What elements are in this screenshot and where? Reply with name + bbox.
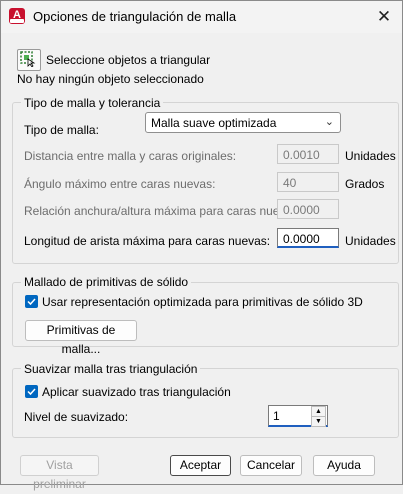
distance-unit: Unidades: [345, 149, 396, 163]
ratio-field[interactable]: 0.0000: [277, 199, 339, 219]
accept-button[interactable]: Aceptar: [170, 455, 231, 476]
spin-down-icon[interactable]: ▼: [311, 416, 326, 427]
distance-label: Distancia entre malla y caras originales…: [24, 149, 237, 163]
mesh-type-dropdown[interactable]: Malla suave optimizada ⌄: [145, 112, 341, 133]
smooth-group-legend: Suavizar malla tras triangulación: [21, 362, 201, 376]
select-objects-icon: [20, 51, 36, 67]
close-icon: ✕: [376, 7, 392, 26]
close-button[interactable]: ✕: [372, 6, 396, 28]
edge-length-field[interactable]: 0.0000: [277, 228, 339, 248]
select-objects-label[interactable]: Seleccione objetos a triangular: [46, 53, 210, 67]
chevron-down-icon: ⌄: [324, 116, 334, 128]
mesh-primitives-button[interactable]: Primitivas de malla...: [25, 320, 137, 356]
preview-button[interactable]: Vista preliminar: [20, 455, 99, 491]
apply-smooth-label[interactable]: Aplicar suavizado tras triangulación: [42, 385, 231, 399]
smooth-group: [12, 368, 399, 438]
selection-status: No hay ningún objeto seleccionado: [17, 72, 204, 86]
primitives-group-legend: Mallado de primitivas de sólido: [21, 275, 192, 289]
smooth-level-label: Nivel de suavizado:: [24, 410, 129, 424]
angle-label: Ángulo máximo entre caras nuevas:: [24, 177, 216, 191]
select-objects-button[interactable]: [17, 49, 41, 71]
edge-length-label: Longitud de arista máxima para caras nue…: [24, 234, 271, 248]
window-title: Opciones de triangulación de malla: [33, 9, 237, 24]
optimized-checkbox[interactable]: [25, 295, 38, 308]
ratio-label: Relación anchura/altura máxima para cara…: [24, 204, 302, 218]
smooth-level-spinner[interactable]: 1 ▲ ▼: [268, 405, 328, 427]
angle-unit: Grados: [345, 177, 385, 191]
distance-field[interactable]: 0.0010: [277, 144, 339, 164]
autocad-app-icon: A: [9, 8, 25, 24]
checkmark-icon: [27, 298, 36, 306]
cancel-button[interactable]: Cancelar: [240, 455, 302, 476]
apply-smooth-checkbox[interactable]: [25, 385, 38, 398]
checkmark-icon: [27, 388, 36, 396]
angle-field[interactable]: 40: [277, 172, 339, 192]
optimized-label[interactable]: Usar representación optimizada para prim…: [42, 295, 363, 309]
mesh-type-group-legend: Tipo de malla y tolerancia: [21, 96, 164, 110]
help-button[interactable]: Ayuda: [313, 455, 375, 476]
mesh-type-label: Tipo de malla:: [24, 123, 99, 137]
edge-length-unit: Unidades: [345, 234, 396, 248]
title-bar: A Opciones de triangulación de malla ✕: [1, 1, 402, 33]
